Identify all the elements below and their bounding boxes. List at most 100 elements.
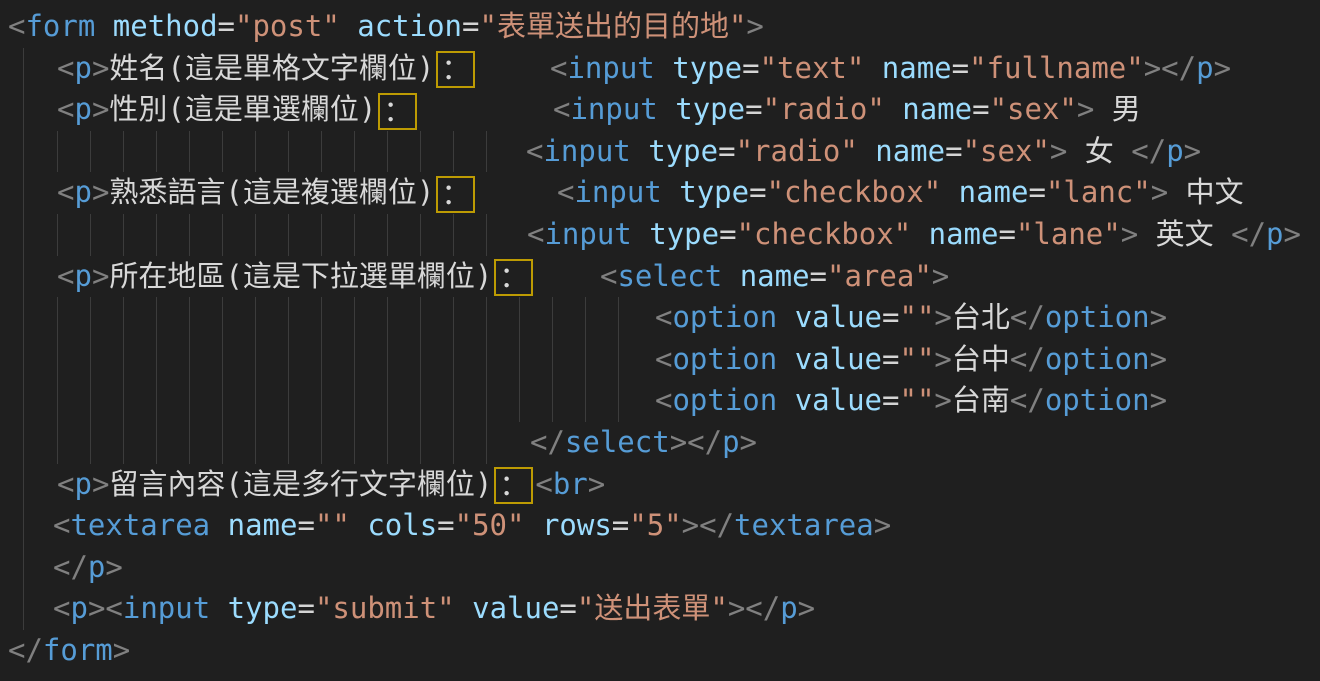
indent-guide: [420, 214, 421, 256]
code-segment: <option value="">台南</option>: [655, 380, 1167, 422]
code-line[interactable]: <input type="checkbox" name="lane"> 英文 <…: [0, 214, 1320, 256]
tag-token: select: [617, 259, 722, 293]
punctuation-token: <: [8, 9, 25, 43]
text-token: 留言內容(這是多行文字欄位): [109, 467, 492, 501]
code-segment: </form>: [8, 630, 130, 672]
text-token: 姓名(這是單格文字欄位): [109, 51, 434, 85]
indent-guide: [90, 131, 91, 173]
tag-token: p: [70, 591, 87, 625]
indent-guide: [123, 339, 124, 381]
attribute-token: type: [679, 175, 749, 209]
string-token: "radio": [763, 92, 885, 126]
indent-guide: [486, 339, 487, 381]
text-token: 性別(這是單選欄位): [109, 92, 376, 126]
unicode-highlight-box: ：: [494, 259, 533, 296]
tag-token: p: [74, 259, 91, 293]
indent-guide: [387, 380, 388, 422]
text-token: [631, 134, 648, 168]
indent-guide: [156, 214, 157, 256]
operator-token: =: [882, 383, 899, 417]
code-editor[interactable]: <form method="post" action="表單送出的目的地"><p…: [0, 0, 1320, 681]
tag-token: input: [570, 92, 657, 126]
indent-guide: [354, 131, 355, 173]
tag-token: textarea: [70, 508, 210, 542]
tag-token: p: [780, 591, 797, 625]
code-line[interactable]: <option value="">台南</option>: [0, 380, 1320, 422]
indent-guide: [123, 380, 124, 422]
attribute-token: type: [672, 51, 742, 85]
code-line[interactable]: <input type="radio" name="sex"> 女 </p>: [0, 131, 1320, 173]
punctuation-token: >: [92, 259, 109, 293]
operator-token: =: [810, 259, 827, 293]
punctuation-token: </: [1131, 134, 1166, 168]
attribute-token: value: [795, 300, 882, 334]
text-token: [662, 175, 679, 209]
punctuation-token: >: [932, 259, 949, 293]
indent-guide: [288, 339, 289, 381]
string-token: "sex": [990, 92, 1077, 126]
indent-guide: [618, 297, 619, 339]
punctuation-token: ><: [88, 591, 123, 625]
code-line[interactable]: <p>熟悉語言(這是複選欄位)：<input type="checkbox" n…: [0, 172, 1320, 214]
indent-guide: [321, 297, 322, 339]
indent-guide: [354, 380, 355, 422]
indent-guide: [189, 380, 190, 422]
code-line[interactable]: <option value="">台北</option>: [0, 297, 1320, 339]
operator-token: =: [1028, 175, 1045, 209]
indent-guide: [552, 339, 553, 381]
indent-guide: [354, 422, 355, 464]
code-line[interactable]: </form>: [0, 630, 1320, 672]
indent-guide: [486, 297, 487, 339]
string-token: "submit": [315, 591, 455, 625]
text-token: [658, 92, 675, 126]
punctuation-token: >: [746, 9, 763, 43]
indent-guide: [156, 422, 157, 464]
indent-guide: [222, 339, 223, 381]
code-segment: <p>性別(這是單選欄位)：: [57, 89, 419, 131]
tag-token: option: [672, 342, 777, 376]
punctuation-token: </: [530, 425, 565, 459]
code-line[interactable]: <p>姓名(這是單格文字欄位)：<input type="text" name=…: [0, 48, 1320, 90]
code-line[interactable]: <textarea name="" cols="50" rows="5"></t…: [0, 505, 1320, 547]
text-token: 中文: [1168, 175, 1243, 209]
indent-guide: [321, 339, 322, 381]
text-token: [885, 92, 902, 126]
operator-token: =: [745, 92, 762, 126]
code-line[interactable]: <p>性別(這是單選欄位)：<input type="radio" name="…: [0, 89, 1320, 131]
code-line[interactable]: <p>所在地區(這是下拉選單欄位)：<select name="area">: [0, 256, 1320, 298]
text-token: 台南: [952, 383, 1010, 417]
indent-guide: [486, 422, 487, 464]
tag-token: option: [1045, 342, 1150, 376]
indent-guide: [156, 131, 157, 173]
indent-guide: [387, 131, 388, 173]
indent-guide: [453, 339, 454, 381]
punctuation-token: >: [1050, 134, 1067, 168]
indent-guide: [552, 297, 553, 339]
attribute-token: name: [740, 259, 810, 293]
tag-token: form: [43, 633, 113, 667]
code-line[interactable]: </select></p>: [0, 422, 1320, 464]
code-line[interactable]: </p>: [0, 547, 1320, 589]
indent-guide: [486, 214, 487, 256]
text-token: 台中: [952, 342, 1010, 376]
punctuation-token: >: [1284, 217, 1301, 251]
tag-token: p: [74, 467, 91, 501]
tag-token: input: [123, 591, 210, 625]
indent-guide: [123, 214, 124, 256]
indent-guide: [123, 422, 124, 464]
punctuation-token: <: [535, 467, 552, 501]
indent-guide: [519, 339, 520, 381]
indent-guide: [189, 131, 190, 173]
indent-guide: [585, 297, 586, 339]
code-line[interactable]: <option value="">台中</option>: [0, 339, 1320, 381]
code-line[interactable]: <form method="post" action="表單送出的目的地">: [0, 6, 1320, 48]
code-line[interactable]: <p>留言內容(這是多行文字欄位)：<br>: [0, 464, 1320, 506]
code-segment: <option value="">台北</option>: [655, 297, 1167, 339]
indent-guide: [321, 380, 322, 422]
tag-token: input: [567, 51, 654, 85]
indent-guide: [420, 131, 421, 173]
tag-token: p: [74, 92, 91, 126]
indent-guide: [255, 339, 256, 381]
punctuation-token: >: [92, 92, 109, 126]
code-line[interactable]: <p><input type="submit" value="送出表單"></p…: [0, 588, 1320, 630]
